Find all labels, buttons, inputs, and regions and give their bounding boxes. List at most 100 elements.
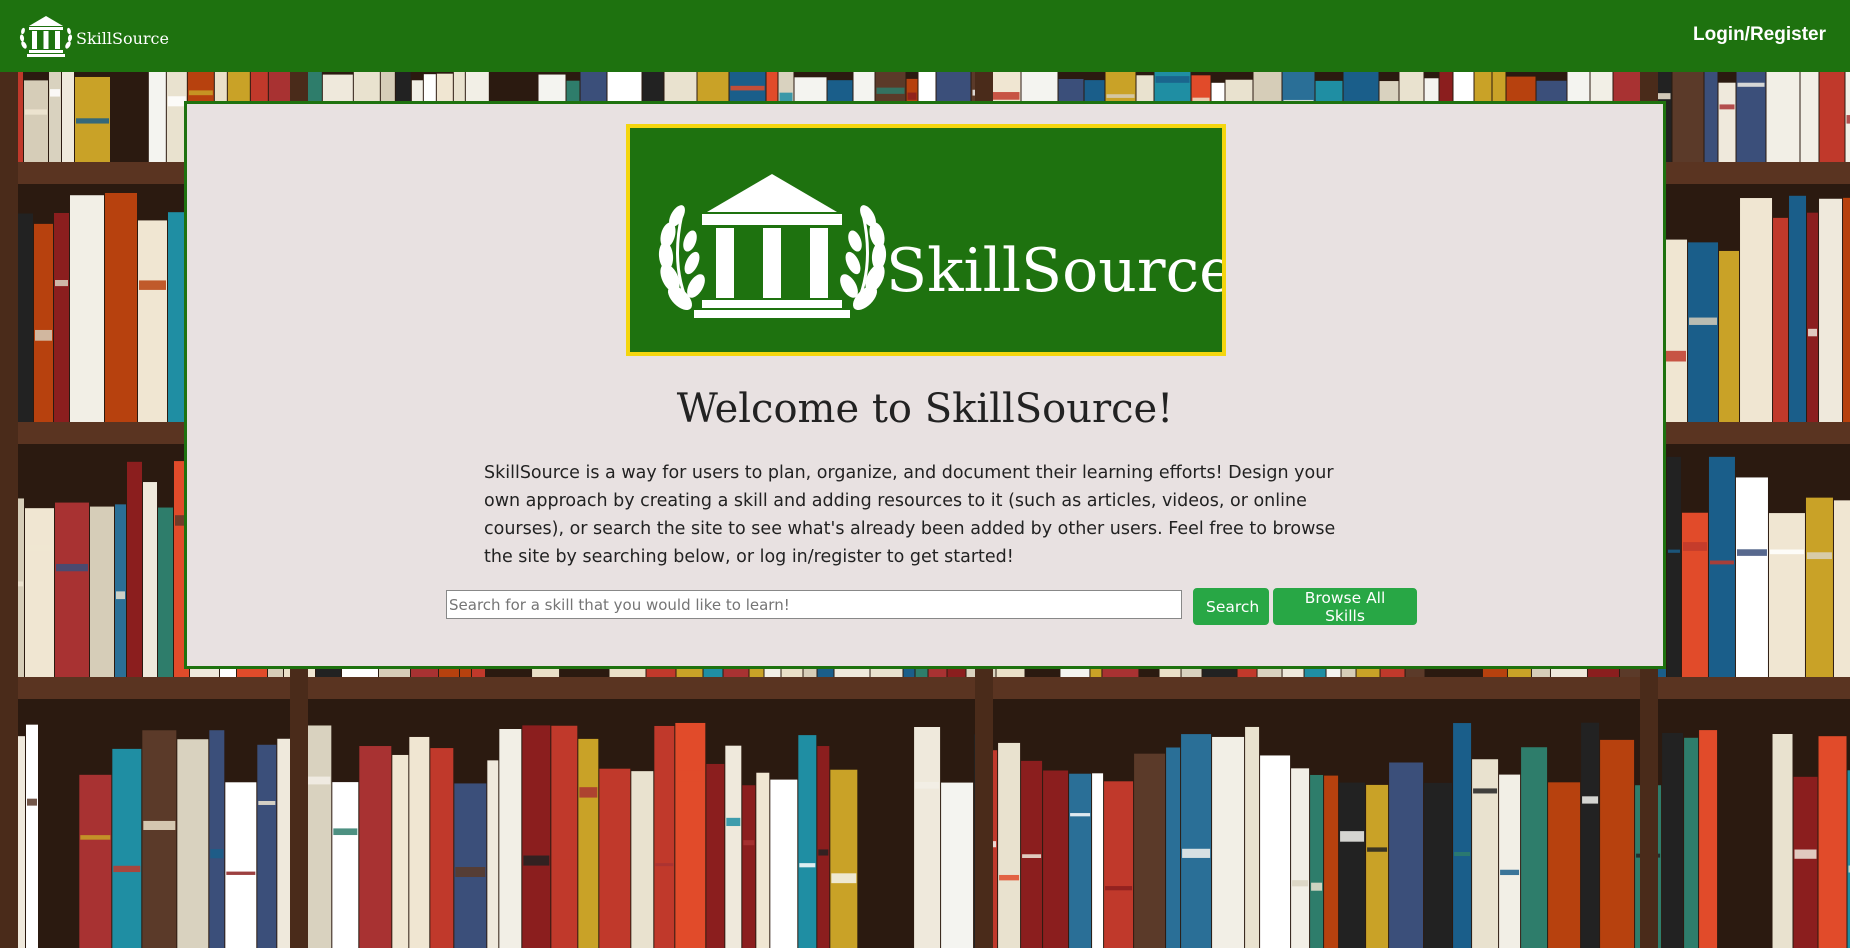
book-spine-band	[1737, 82, 1765, 87]
book-spine	[941, 782, 974, 948]
book-spine	[430, 748, 454, 948]
book-spine	[1699, 730, 1718, 948]
intro-paragraph: SkillSource is a way for users to plan, …	[484, 463, 1336, 567]
book-spine	[105, 193, 137, 422]
book-spine	[54, 212, 69, 422]
book-spine	[499, 728, 522, 948]
book-spine	[706, 763, 725, 948]
book-spine	[26, 724, 38, 948]
book-spine-band	[1846, 115, 1850, 124]
book-spine	[1708, 456, 1735, 677]
pillared-building-icon	[694, 174, 850, 318]
book-spine-band	[579, 787, 598, 798]
brand-home-link[interactable]: SkillSource	[18, 16, 169, 57]
book-spine	[1768, 513, 1805, 677]
book-spine	[138, 220, 167, 422]
hero-logo: SkillSource	[626, 124, 1226, 356]
book-spine-band	[226, 871, 256, 875]
book-spine-band	[1106, 94, 1135, 98]
book-spine-band	[1182, 848, 1211, 858]
book-spine	[830, 769, 858, 948]
book-spine-band	[333, 828, 358, 836]
book-spine	[798, 735, 817, 948]
book-spine	[1499, 774, 1521, 948]
book-spine-band	[1769, 549, 1804, 555]
book-spine	[1389, 762, 1424, 948]
book-spine	[998, 742, 1021, 948]
book-spine-band	[876, 87, 905, 94]
book-spine	[55, 502, 89, 677]
book-spine	[1092, 773, 1104, 948]
book-spine	[756, 772, 770, 948]
book-spine	[1324, 775, 1339, 948]
book-spine-band	[116, 591, 125, 600]
book-spine-band	[1689, 317, 1718, 325]
browse-all-skills-button[interactable]: Browse All Skills	[1273, 588, 1417, 625]
book-spine	[1472, 759, 1499, 948]
book-spine-band	[1473, 788, 1498, 794]
book-spine	[70, 195, 104, 422]
book-spine	[631, 771, 654, 948]
book-spine	[675, 722, 706, 948]
book-spine	[1104, 781, 1134, 948]
book-spine	[1581, 722, 1600, 948]
book-spine-band	[818, 849, 829, 856]
book-spine-band	[915, 781, 940, 789]
book-spine	[177, 739, 209, 948]
book-spine	[1800, 72, 1819, 162]
book-spine	[1681, 512, 1708, 677]
pillared-building-laurel-logo-icon: SkillSource	[658, 174, 1222, 318]
book-spine	[1772, 734, 1793, 948]
book-spine	[1843, 197, 1850, 422]
book-spine	[1735, 477, 1768, 677]
book-spine	[1339, 782, 1366, 948]
book-spine	[1548, 782, 1581, 948]
book-spine	[654, 725, 675, 948]
book-spine	[1773, 217, 1789, 422]
right-laurel-icon	[840, 205, 887, 311]
book-spine-band	[1292, 880, 1309, 887]
book-spine-band	[1582, 796, 1599, 804]
book-spine	[1043, 770, 1069, 948]
book-spine	[49, 72, 61, 162]
book-spine	[1134, 753, 1166, 948]
book-spine-band	[143, 820, 176, 830]
book-spine	[115, 504, 126, 677]
book-spine	[1789, 195, 1807, 422]
book-spine	[359, 746, 392, 948]
book-spine-band	[25, 109, 47, 115]
book-spine	[1212, 736, 1245, 948]
skill-search-input[interactable]	[446, 590, 1182, 619]
book-spine-band	[907, 92, 917, 100]
book-spine	[257, 744, 277, 948]
book-spine	[1766, 72, 1800, 162]
book-spine-band	[455, 867, 486, 878]
book-spine-band	[76, 118, 109, 124]
book-spine	[551, 725, 578, 948]
book-spine-band	[831, 873, 857, 884]
book-spine-band	[1454, 851, 1471, 857]
book-spine	[1366, 784, 1389, 948]
book-spine	[1291, 768, 1310, 948]
book-spine	[1666, 456, 1681, 677]
shelf-upright	[0, 72, 18, 948]
book-spine-band	[55, 279, 68, 287]
book-spine-band	[552, 854, 577, 860]
login-register-link[interactable]: Login/Register	[1693, 24, 1826, 46]
book-spine	[24, 80, 48, 162]
book-spine	[599, 768, 631, 948]
navbar: SkillSource Login/Register	[0, 0, 1850, 72]
book-spine-band	[1736, 549, 1767, 556]
search-button[interactable]: Search	[1193, 588, 1269, 625]
book-spine-band	[999, 874, 1020, 881]
book-spine-band	[258, 800, 276, 805]
book-spine	[914, 727, 941, 948]
book-spine-band	[27, 798, 37, 806]
brand-name: SkillSource	[76, 28, 169, 48]
book-spine	[1833, 500, 1850, 677]
book-spine	[209, 730, 225, 948]
book-spine	[770, 779, 798, 948]
book-spine-band	[1311, 882, 1323, 891]
book-spine-band	[655, 863, 674, 867]
book-spine-band	[26, 544, 53, 552]
